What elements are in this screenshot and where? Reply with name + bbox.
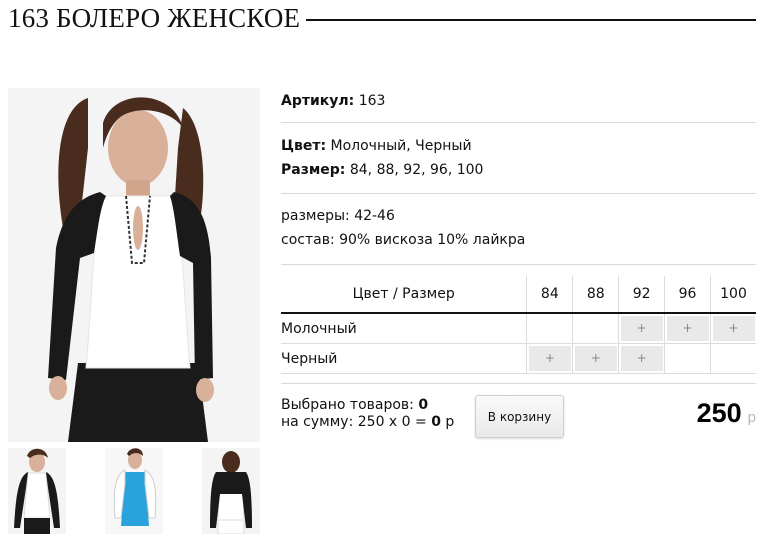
selected-count: 0 [418,397,429,413]
page-title: 163 БОЛЕРО ЖЕНСКОЕ [8,2,301,33]
order-summary: Выбрано товаров: 0 на сумму: 250 x 0 = 0… [281,397,454,431]
add-to-cart-button[interactable]: В корзину [475,395,564,438]
color-size-section: Цвет: Молочный, Черный Размер: 84, 88, 9… [281,134,756,182]
grid-cell: + [710,313,756,344]
title-underline [306,18,756,21]
article-section: Артикул: 163 [281,89,756,113]
article-label: Артикул: [281,93,355,109]
add-quantity-button[interactable]: + [712,316,755,341]
size-header-96: 96 [664,276,711,314]
color-size-grid: Цвет / Размер 84 88 92 96 100 Молочный +… [281,276,756,374]
divider [281,264,756,265]
sizes-range: размеры: 42-46 [281,208,395,224]
divider [281,383,756,384]
color-value: Молочный, Черный [330,138,472,154]
size-header-100: 100 [710,276,756,314]
article-value: 163 [358,93,386,109]
grid-cell-empty [526,313,573,344]
grid-cell: + [664,313,711,344]
description-section: размеры: 42-46 состав: 90% вискоза 10% л… [281,204,756,252]
price-currency: р [747,409,756,426]
price-value: 250 [696,398,742,428]
size-value: 84, 88, 92, 96, 100 [349,162,484,178]
grid-cell-empty [572,313,619,344]
thumbnail-strip [8,448,260,534]
size-header-92: 92 [618,276,665,314]
thumbnail-white-bolero[interactable] [105,448,163,534]
grid-cell-empty [664,343,711,374]
add-quantity-button[interactable]: + [574,346,617,371]
divider [281,122,756,123]
grid-cell: + [526,343,573,374]
composition: состав: 90% вискоза 10% лайкра [281,232,526,248]
price: 250 р [697,398,756,429]
divider [281,193,756,194]
selected-label: Выбрано товаров: [281,397,414,413]
grid-cell: + [618,313,665,344]
table-row: Черный + + + [281,343,756,374]
grid-cell-empty [710,343,756,374]
add-quantity-button[interactable]: + [620,316,663,341]
sum-expression: 250 x 0 = [357,414,427,430]
size-label: Размер: [281,162,346,178]
size-header-84: 84 [526,276,573,314]
add-quantity-button[interactable]: + [666,316,709,341]
title-row: 163 БОЛЕРО ЖЕНСКОЕ [8,0,756,36]
add-quantity-button[interactable]: + [528,346,571,371]
thumbnail-black-bolero-back[interactable] [202,448,260,534]
main-product-photo[interactable] [8,88,260,442]
grid-header-label: Цвет / Размер [281,276,527,314]
sum-total: 0 [431,414,441,430]
grid-header-row: Цвет / Размер 84 88 92 96 100 [281,276,756,314]
table-row: Молочный + + + [281,313,756,344]
color-label: Цвет: [281,138,327,154]
size-header-88: 88 [572,276,619,314]
thumbnail-black-bolero[interactable] [8,448,66,534]
row-color-label: Черный [281,343,527,374]
grid-cell: + [572,343,619,374]
grid-cell: + [618,343,665,374]
woman-in-bolero-image [8,88,260,442]
row-color-label: Молочный [281,313,527,344]
add-quantity-button[interactable]: + [620,346,663,371]
sum-currency: р [445,414,455,430]
sum-label: на сумму: [281,414,354,430]
